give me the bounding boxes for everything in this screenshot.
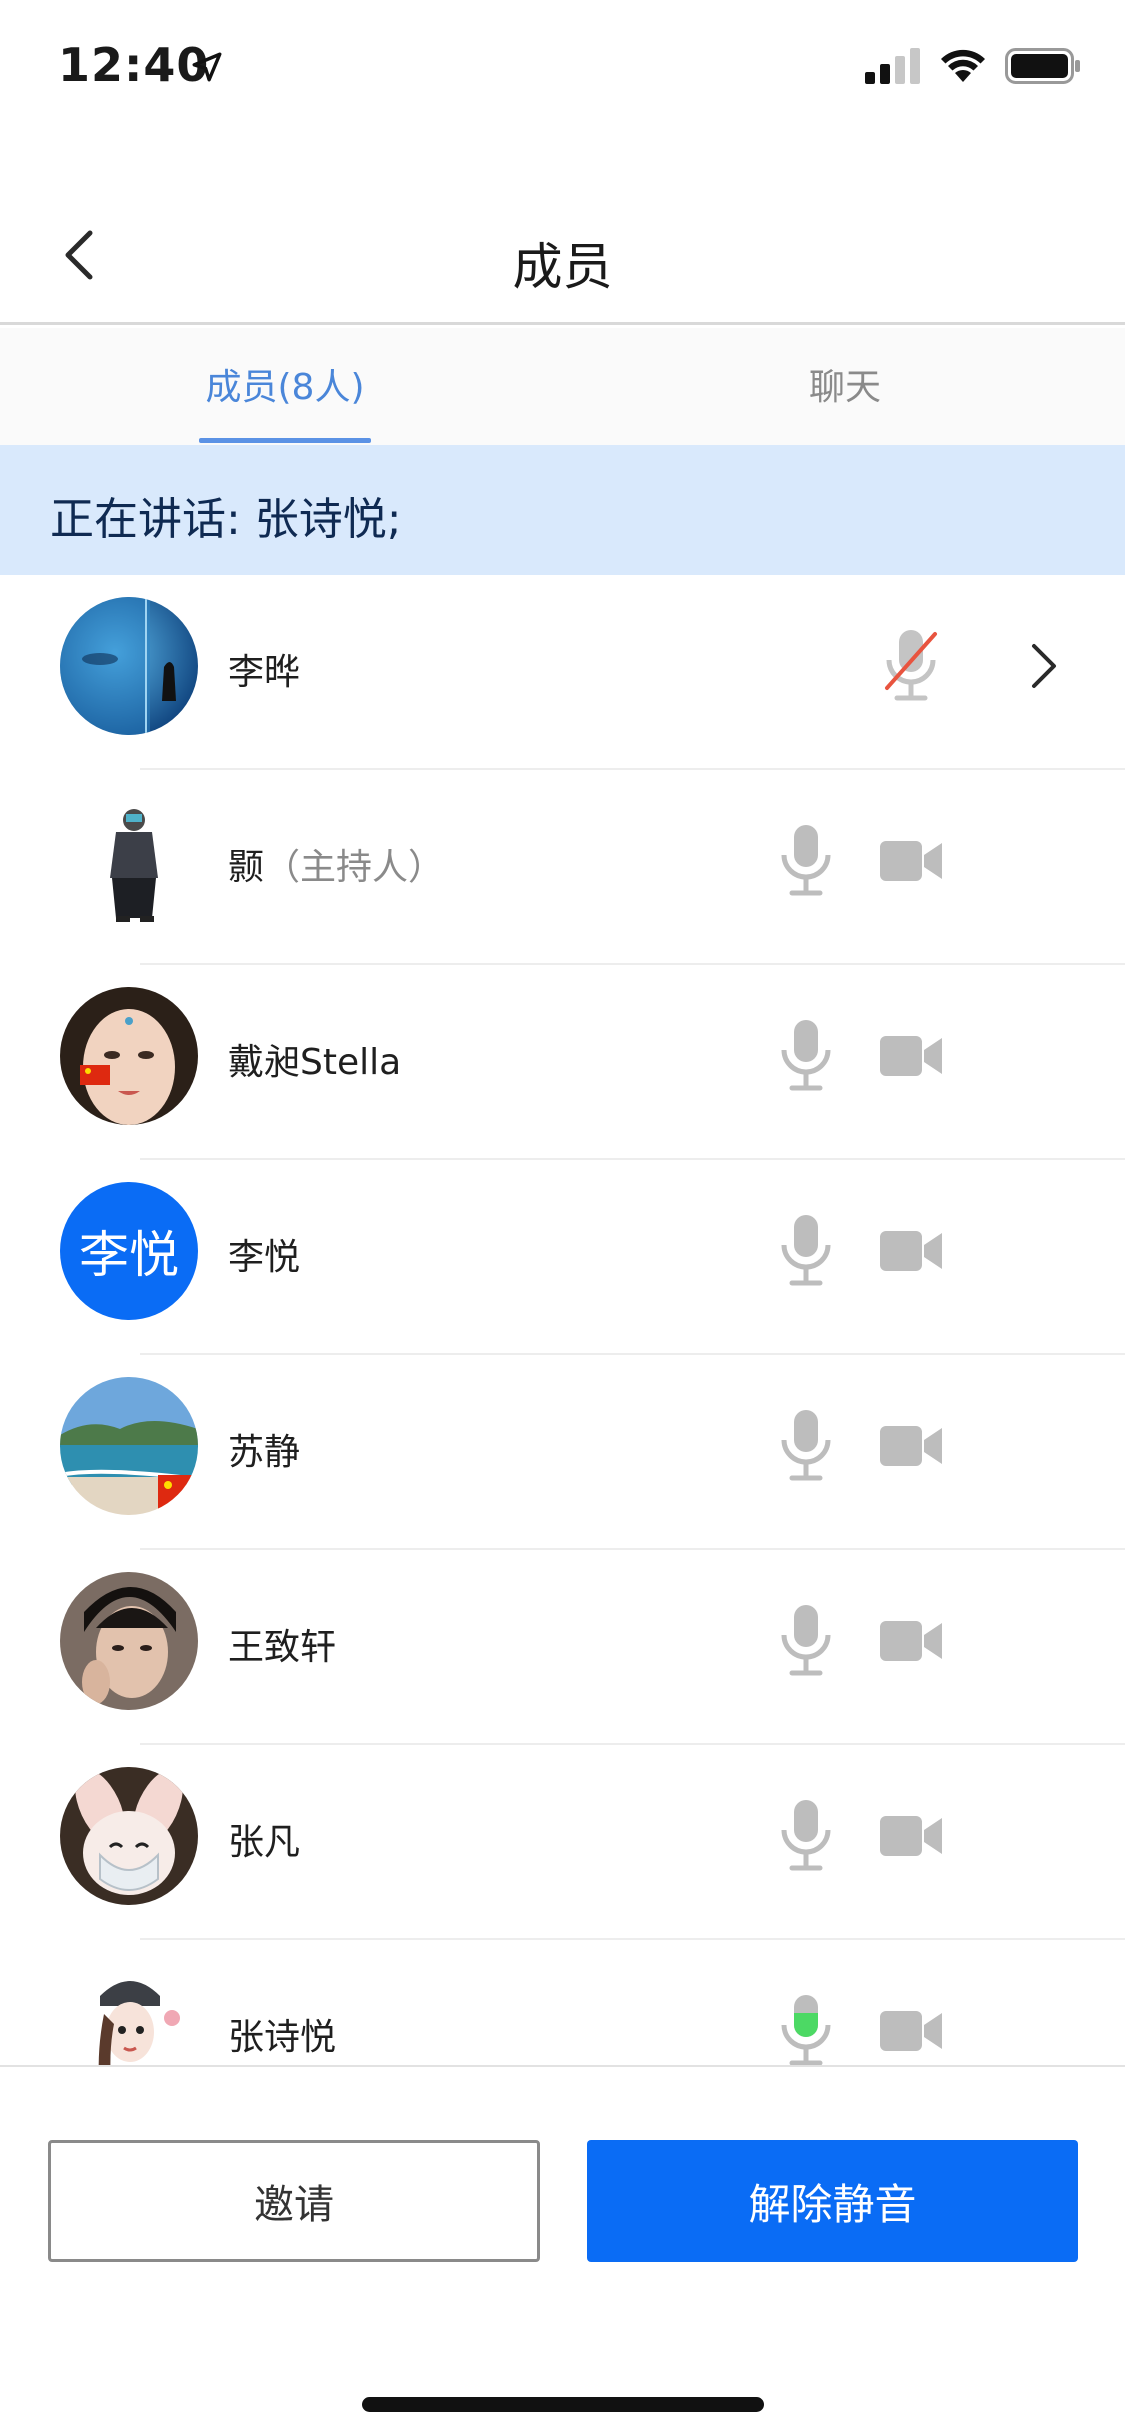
wifi-icon (941, 49, 985, 82)
cellular-signal-icon (865, 48, 920, 84)
mic-icon[interactable] (778, 1798, 834, 1874)
member-name: 张诗悦 (228, 2017, 337, 2058)
member-name: 张凡 (228, 1822, 301, 1863)
member-name: 李悦 (228, 1237, 301, 1278)
avatar (60, 1962, 198, 2065)
status-time: 12:40 (58, 38, 210, 92)
speaking-banner: 正在讲话: 张诗悦; (0, 445, 1125, 575)
tab-members[interactable]: 成员(8人) (170, 358, 400, 410)
member-row[interactable]: 苏静 (0, 1355, 1125, 1550)
avatar (60, 1377, 198, 1515)
member-row[interactable]: 戴昶Stella (0, 965, 1125, 1160)
member-row[interactable]: 张诗悦 (0, 1940, 1125, 2065)
camera-icon[interactable] (880, 1618, 944, 1664)
camera-icon[interactable] (880, 1813, 944, 1859)
member-name: 李晔 (228, 652, 301, 693)
member-row[interactable]: 李晔 (0, 575, 1125, 770)
location-arrow-icon (192, 52, 222, 82)
nav-bar: 成员 (0, 185, 1125, 325)
mic-icon[interactable] (778, 1213, 834, 1289)
member-list: 李晔 颢（主持人） 戴昶Stella 李悦 李悦 苏静 王致轩 张凡 张诗悦 (0, 575, 1125, 2065)
member-row[interactable]: 王致轩 (0, 1550, 1125, 1745)
avatar: 李悦 (60, 1182, 198, 1320)
camera-icon[interactable] (880, 838, 944, 884)
mic-icon[interactable] (778, 823, 834, 899)
member-name: 戴昶Stella (228, 1042, 402, 1083)
page-title: 成员 (512, 238, 613, 296)
member-name: 王致轩 (228, 1627, 337, 1668)
member-row[interactable]: 李悦 李悦 (0, 1160, 1125, 1355)
tab-bar: 成员(8人) 聊天 (0, 328, 1125, 445)
status-bar: 12:40 (0, 0, 1125, 140)
tab-chat[interactable]: 聊天 (770, 358, 920, 410)
avatar (60, 1572, 198, 1710)
speaking-text: 正在讲话: 张诗悦; (50, 494, 402, 545)
avatar (60, 597, 198, 735)
avatar (60, 792, 198, 930)
mic-speaking-icon[interactable] (778, 1993, 834, 2065)
mic-muted-icon[interactable] (883, 628, 939, 704)
invite-button[interactable]: 邀请 (48, 2140, 540, 2262)
camera-icon[interactable] (880, 1423, 944, 1469)
camera-icon[interactable] (880, 2008, 944, 2054)
member-name: 苏静 (228, 1432, 301, 1473)
chevron-right-icon[interactable] (1028, 642, 1060, 690)
mic-icon[interactable] (778, 1603, 834, 1679)
avatar (60, 987, 198, 1125)
active-tab-indicator (199, 438, 371, 443)
mic-icon[interactable] (778, 1408, 834, 1484)
member-name: 颢（主持人） (228, 847, 445, 888)
unmute-button[interactable]: 解除静音 (587, 2140, 1078, 2262)
avatar (60, 1767, 198, 1905)
mic-icon[interactable] (778, 1018, 834, 1094)
home-indicator (362, 2397, 764, 2412)
member-row[interactable]: 颢（主持人） (0, 770, 1125, 965)
bottom-action-bar: 邀请 解除静音 (0, 2065, 1125, 2436)
camera-icon[interactable] (880, 1228, 944, 1274)
camera-icon[interactable] (880, 1033, 944, 1079)
member-row[interactable]: 张凡 (0, 1745, 1125, 1940)
battery-icon (1005, 48, 1080, 84)
